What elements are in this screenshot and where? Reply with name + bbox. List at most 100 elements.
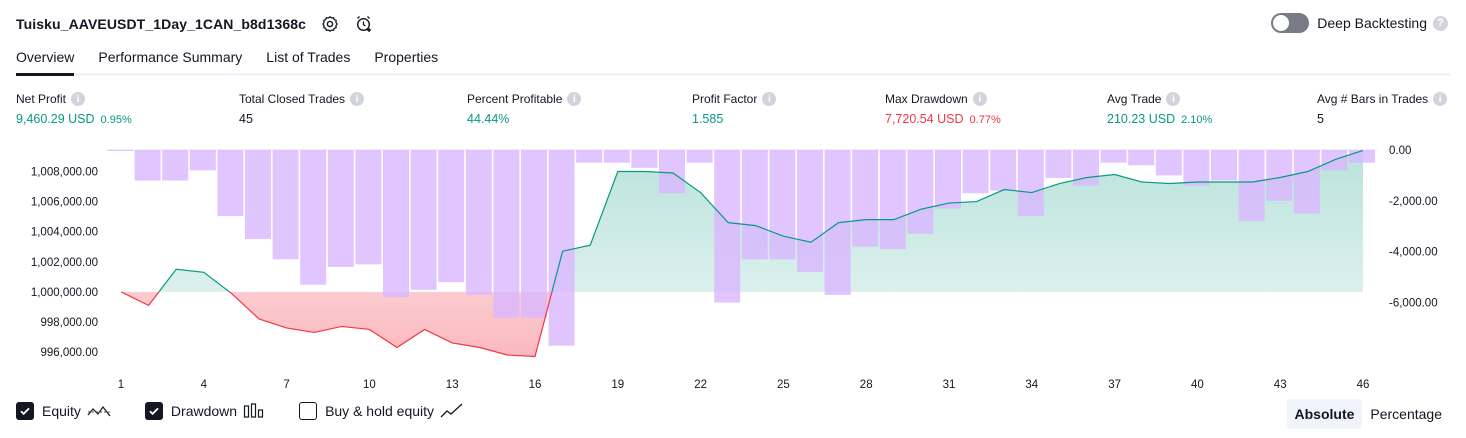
drawdown-bar: [1017, 150, 1044, 217]
drawdown-bar: [1155, 150, 1182, 176]
metric-profit-factor: Profit Factor i 1.585: [692, 92, 777, 126]
drawdown-bar: [217, 150, 244, 217]
info-icon[interactable]: i: [762, 92, 777, 106]
drawdown-bar: [576, 150, 603, 163]
x-tick-label: 25: [777, 379, 790, 391]
x-tick-label: 46: [1357, 379, 1370, 391]
drawdown-bar: [603, 150, 630, 163]
metric-net-profit: Net Profit i 9,460.29 USD 0.95%: [16, 92, 132, 126]
strategy-header: Tuisku_AAVEUSDT_1Day_1CAN_b8d1368c: [16, 10, 374, 38]
drawdown-bar: [741, 150, 768, 260]
equity-line-icon: [87, 403, 111, 419]
chart-legend: Equity Drawdown Buy & hold equity: [16, 402, 498, 420]
metric-avg-bars: Avg # Bars in Trades i 5: [1317, 92, 1448, 126]
y-left-tick-label: 1,006,000.00: [31, 197, 98, 209]
info-icon[interactable]: i: [71, 92, 86, 106]
legend-label: Drawdown: [170, 403, 238, 419]
x-tick-label: 4: [201, 379, 208, 391]
drawdown-bar: [355, 150, 382, 265]
x-tick-label: 28: [860, 379, 873, 391]
info-icon[interactable]: i: [1166, 92, 1181, 106]
info-icon[interactable]: i: [1433, 92, 1448, 106]
y-left-tick-label: 1,000,000.00: [31, 287, 98, 299]
x-tick-label: 43: [1274, 379, 1287, 391]
drawdown-bar: [162, 150, 189, 181]
tab-overview[interactable]: Overview: [16, 44, 75, 76]
tab-properties[interactable]: Properties: [374, 44, 438, 76]
deep-backtesting-label: Deep Backtesting: [1317, 15, 1427, 31]
value-mode-switch: Absolute Percentage: [1286, 399, 1451, 429]
metric-percent-profitable: Percent Profitable i 44.44%: [467, 92, 582, 126]
x-tick-label: 34: [1025, 379, 1038, 391]
drawdown-bar: [272, 150, 299, 260]
info-icon[interactable]: i: [567, 92, 582, 106]
x-tick-label: 19: [611, 379, 624, 391]
checkbox-unchecked-icon[interactable]: [299, 402, 318, 420]
y-left-tick-label: 1,004,000.00: [31, 227, 98, 239]
metric-value: 5: [1317, 112, 1324, 126]
help-icon[interactable]: ?: [1433, 15, 1448, 31]
y-right-tick-label: -4,000.00: [1389, 247, 1438, 259]
drawdown-bar: [300, 150, 327, 285]
legend-buy-hold-equity[interactable]: Buy & hold equity: [299, 402, 464, 420]
y-right-tick-label: -6,000.00: [1389, 298, 1438, 310]
checkbox-checked-icon[interactable]: [16, 402, 34, 420]
metric-label: Profit Factor: [692, 92, 758, 106]
drawdown-bar: [824, 150, 851, 295]
drawdown-bar: [631, 150, 658, 168]
drawdown-bar: [1349, 150, 1375, 163]
metric-value: 7,720.54 USD: [885, 112, 964, 126]
drawdown-bar: [245, 150, 271, 239]
legend-label: Equity: [42, 403, 81, 419]
strategy-title: Tuisku_AAVEUSDT_1Day_1CAN_b8d1368c: [16, 16, 306, 32]
drawdown-bar: [659, 150, 685, 194]
drawdown-bar: [107, 150, 133, 151]
metric-value: 45: [239, 112, 253, 126]
tab-list-of-trades[interactable]: List of Trades: [266, 44, 350, 76]
checkbox-checked-icon[interactable]: [144, 402, 163, 420]
legend-drawdown[interactable]: Drawdown: [144, 402, 265, 420]
metric-percent: 0.95%: [100, 114, 132, 126]
metric-label: Avg Trade: [1107, 92, 1162, 106]
metric-label: Max Drawdown: [885, 92, 968, 106]
mode-absolute-button[interactable]: Absolute: [1286, 399, 1363, 429]
drawdown-bar: [1238, 150, 1265, 222]
drawdown-bar: [769, 150, 796, 260]
drawdown-bar: [327, 150, 354, 267]
drawdown-bar: [1211, 150, 1237, 181]
legend-equity[interactable]: Equity: [16, 402, 111, 420]
metric-value: 9,460.29 USD: [16, 112, 95, 126]
drawdown-bar: [410, 150, 437, 290]
drawdown-bar: [1293, 150, 1320, 214]
drawdown-bar: [493, 150, 520, 318]
x-tick-label: 16: [529, 379, 542, 391]
mode-percentage-button[interactable]: Percentage: [1362, 399, 1450, 429]
y-left-tick-label: 998,000.00: [40, 317, 98, 329]
alarm-add-icon[interactable]: [354, 14, 374, 34]
info-icon[interactable]: i: [350, 92, 365, 106]
drawdown-bar: [990, 150, 1017, 191]
info-icon[interactable]: i: [972, 92, 987, 106]
drawdown-bar: [962, 150, 989, 194]
metric-value: 1.585: [692, 112, 724, 126]
drawdown-bar: [797, 150, 823, 272]
drawdown-bar: [548, 150, 575, 346]
drawdown-bar: [189, 150, 216, 171]
x-tick-label: 1: [118, 379, 124, 391]
metric-percent: 0.77%: [969, 114, 1001, 126]
metric-value: 210.23 USD: [1107, 112, 1176, 126]
y-left-tick-label: 996,000.00: [40, 347, 98, 359]
x-tick-label: 10: [363, 379, 376, 391]
drawdown-bar: [714, 150, 741, 303]
metric-avg-trade: Avg Trade i 210.23 USD 2.10%: [1107, 92, 1212, 126]
drawdown-bar: [935, 150, 961, 209]
gear-icon[interactable]: [320, 14, 340, 34]
drawdown-bar: [438, 150, 465, 283]
drawdown-bar: [465, 150, 492, 295]
metric-total-closed-trades: Total Closed Trades i 45: [239, 92, 365, 126]
deep-backtesting-toggle[interactable]: [1271, 13, 1310, 33]
report-tabs: Overview Performance Summary List of Tra…: [16, 44, 1450, 76]
drawdown-bar: [1128, 150, 1155, 166]
x-tick-label: 22: [694, 379, 707, 391]
tab-performance-summary[interactable]: Performance Summary: [98, 44, 242, 76]
